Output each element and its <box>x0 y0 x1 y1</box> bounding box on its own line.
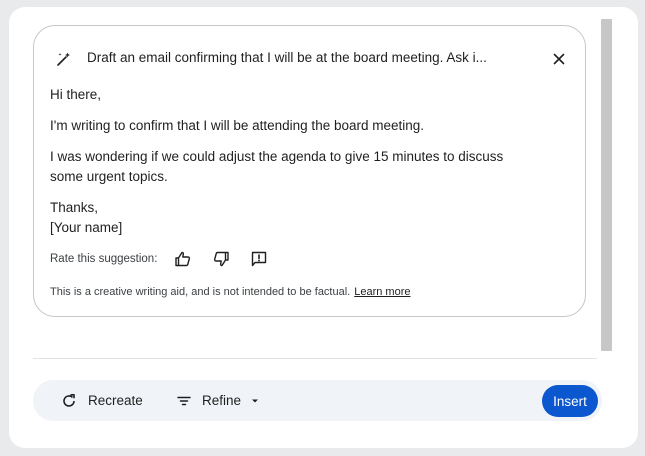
recreate-button[interactable]: Recreate <box>61 380 143 421</box>
rating-row: Rate this suggestion: <box>50 248 287 270</box>
refine-button[interactable]: Refine <box>176 380 260 421</box>
refresh-icon <box>63 393 75 407</box>
scrollbar[interactable] <box>601 19 612 351</box>
email-paragraph-2-line-1: I was wondering if we could adjust the a… <box>50 149 504 164</box>
close-icon[interactable] <box>550 50 568 68</box>
report-button[interactable] <box>249 249 269 269</box>
suggestion-card: Draft an email confirming that I will be… <box>33 25 586 317</box>
prompt-text: Draft an email confirming that I will be… <box>87 50 487 65</box>
action-bar: Recreate Refine Insert <box>33 380 602 421</box>
recreate-label: Recreate <box>88 393 143 408</box>
thumbs-up-icon <box>175 251 191 267</box>
magic-wand-icon <box>57 52 70 66</box>
email-paragraph-1: I'm writing to confirm that I will be at… <box>50 118 425 133</box>
report-icon <box>252 251 267 267</box>
dropdown-arrow-icon <box>252 399 259 402</box>
insert-button[interactable]: Insert <box>542 385 598 417</box>
filter-lines-icon <box>177 396 191 405</box>
thumbs-down-icon <box>214 251 230 267</box>
learn-more-link[interactable]: Learn more <box>354 286 410 298</box>
thumbs-up-button[interactable] <box>173 249 193 269</box>
divider <box>33 358 597 359</box>
disclaimer: This is a creative writing aid, and is n… <box>50 286 411 298</box>
email-signoff: Thanks, <box>50 200 99 215</box>
thumbs-down-button[interactable] <box>211 249 231 269</box>
email-name-placeholder: [Your name] <box>50 220 123 235</box>
refine-label: Refine <box>202 393 242 408</box>
prompt-row: Draft an email confirming that I will be… <box>34 46 585 72</box>
disclaimer-text: This is a creative writing aid, and is n… <box>50 286 351 298</box>
email-greeting: Hi there, <box>50 87 102 102</box>
rating-label: Rate this suggestion: <box>50 253 158 265</box>
email-paragraph-2-line-2: some urgent topics. <box>50 169 168 184</box>
